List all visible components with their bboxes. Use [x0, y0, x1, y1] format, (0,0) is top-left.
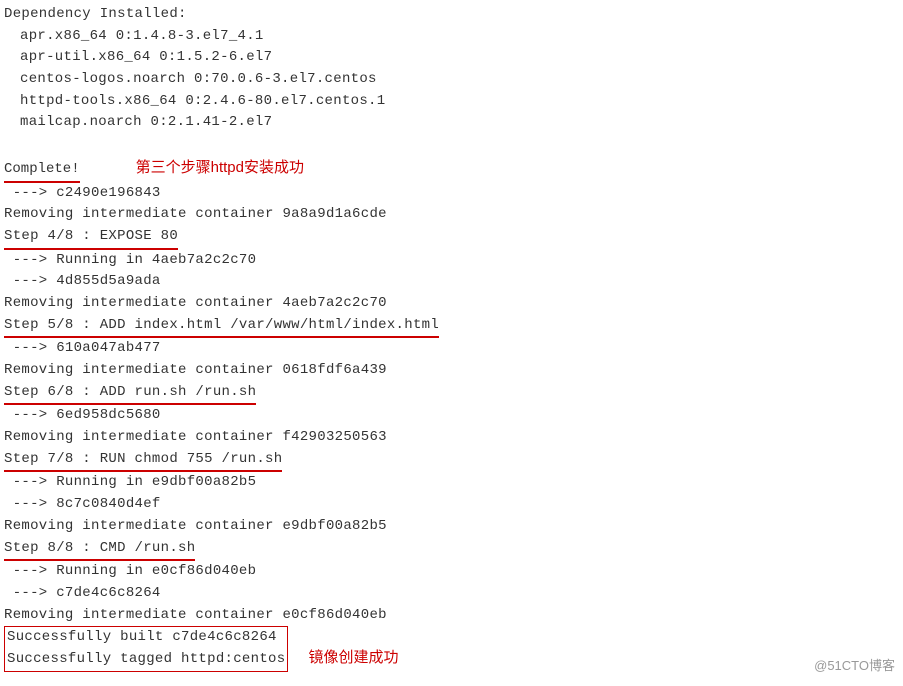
step-7-chmod: Step 7/8 : RUN chmod 755 /run.sh [4, 449, 282, 473]
dep-line: apr-util.x86_64 0:1.5.2-6.el7 [4, 47, 899, 69]
build-line: Removing intermediate container f4290325… [4, 427, 899, 449]
success-built: Successfully built c7de4c6c8264 [7, 629, 277, 645]
build-line: Removing intermediate container e9dbf00a… [4, 516, 899, 538]
build-line: ---> 4d855d5a9ada [4, 271, 899, 293]
build-line: ---> Running in e0cf86d040eb [4, 561, 899, 583]
blank-line [4, 134, 899, 156]
complete-text: Complete! [4, 159, 80, 183]
build-line: ---> Running in 4aeb7a2c2c70 [4, 250, 899, 272]
complete-row: Complete! 第三个步骤httpd安装成功 [4, 156, 899, 183]
build-line: ---> Running in e9dbf00a82b5 [4, 472, 899, 494]
build-line: Removing intermediate container 4aeb7a2c… [4, 293, 899, 315]
build-line: ---> c7de4c6c8264 [4, 583, 899, 605]
dep-line: httpd-tools.x86_64 0:2.4.6-80.el7.centos… [4, 91, 899, 113]
build-line: Removing intermediate container e0cf86d0… [4, 605, 899, 627]
build-line: ---> 610a047ab477 [4, 338, 899, 360]
build-line: ---> 6ed958dc5680 [4, 405, 899, 427]
step-5-add-index: Step 5/8 : ADD index.html /var/www/html/… [4, 315, 439, 339]
dep-line: apr.x86_64 0:1.4.8-3.el7_4.1 [4, 26, 899, 48]
step-6-add-runsh: Step 6/8 : ADD run.sh /run.sh [4, 382, 256, 406]
annotation-step3-httpd: 第三个步骤httpd安装成功 [136, 156, 304, 179]
dep-line: mailcap.noarch 0:2.1.41-2.el7 [4, 112, 899, 134]
build-line: Removing intermediate container 9a8a9d1a… [4, 204, 899, 226]
build-line: ---> c2490e196843 [4, 183, 899, 205]
build-line: Removing intermediate container 0618fdf6… [4, 360, 899, 382]
success-box: Successfully built c7de4c6c8264 Successfu… [4, 626, 288, 671]
build-line: ---> 8c7c0840d4ef [4, 494, 899, 516]
success-row: Successfully built c7de4c6c8264 Successfu… [4, 626, 899, 671]
dependency-header: Dependency Installed: [4, 4, 899, 26]
watermark-51cto: @51CTO博客 [814, 656, 895, 676]
step-8-cmd: Step 8/8 : CMD /run.sh [4, 538, 195, 562]
annotation-image-created: 镜像创建成功 [308, 646, 398, 669]
dep-line: centos-logos.noarch 0:70.0.6-3.el7.cento… [4, 69, 899, 91]
step-4-expose: Step 4/8 : EXPOSE 80 [4, 226, 178, 250]
success-tagged: Successfully tagged httpd:centos [7, 651, 285, 667]
